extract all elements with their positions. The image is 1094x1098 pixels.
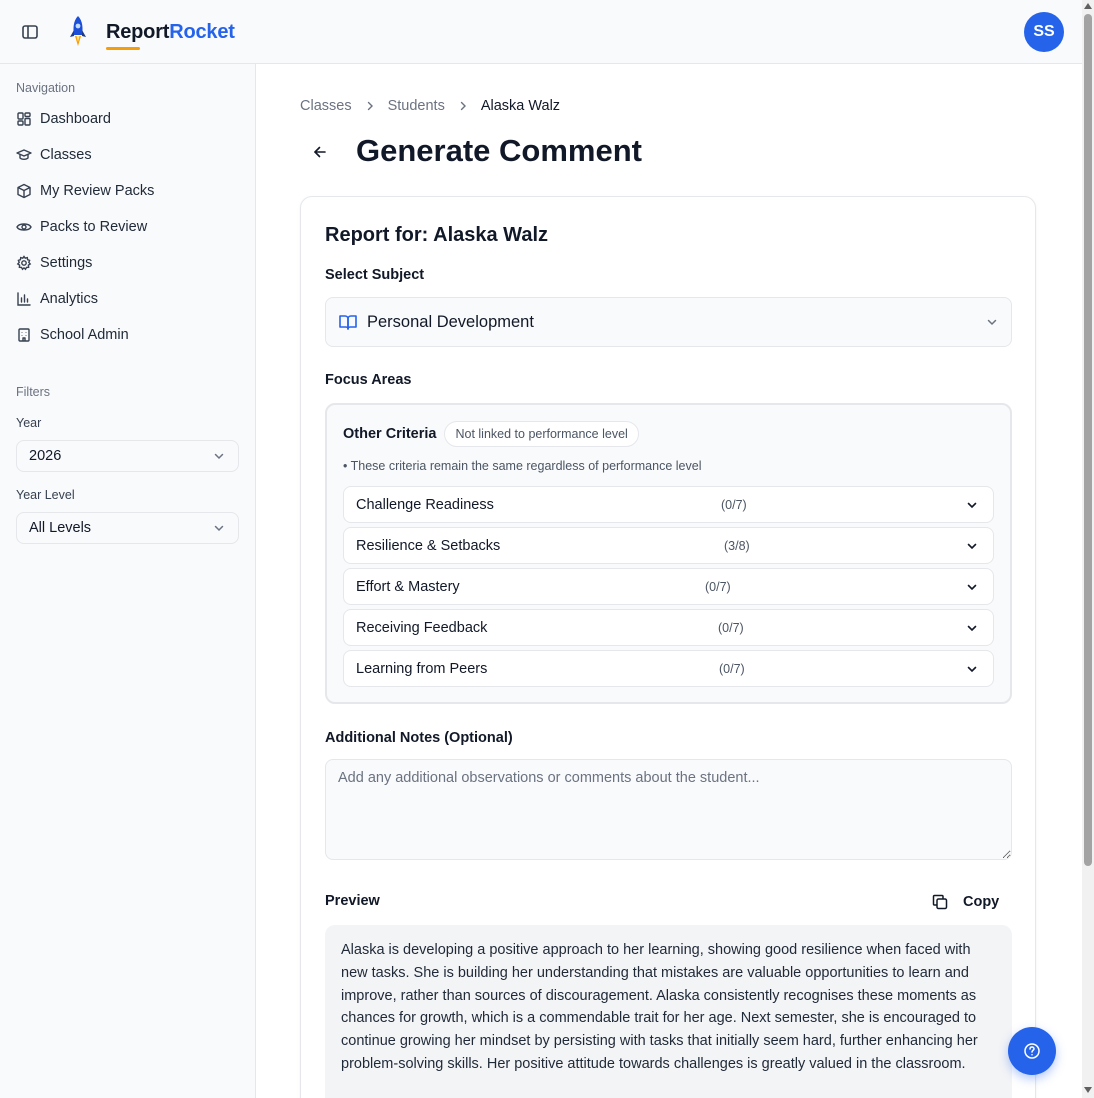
criteria-item-resilience-setbacks[interactable]: Resilience & Setbacks (3/8) xyxy=(343,527,994,564)
brand-name-part-1: Report xyxy=(106,20,170,43)
sidebar-item-label: School Admin xyxy=(40,327,129,343)
sidebar-item-my-review-packs[interactable]: My Review Packs xyxy=(16,177,240,205)
chevron-right-icon xyxy=(367,101,373,111)
nav-heading: Navigation xyxy=(16,81,76,95)
report-title: Report for: Alaska Walz xyxy=(325,224,548,246)
chevron-down-icon xyxy=(967,543,977,550)
focus-areas-panel: Other Criteria Not linked to performance… xyxy=(325,403,1012,704)
year-filter-label: Year xyxy=(16,416,42,430)
building-icon xyxy=(18,328,30,342)
chevron-down-icon xyxy=(987,319,997,326)
package-icon xyxy=(17,183,31,199)
notes-textarea[interactable] xyxy=(325,759,1012,860)
criteria-item-count: (0/7) xyxy=(718,621,744,635)
brand-underline xyxy=(106,46,140,50)
sidebar-toggle-button[interactable] xyxy=(20,22,40,42)
dashboard-icon xyxy=(17,112,31,126)
chevron-down-icon xyxy=(214,525,224,532)
back-button[interactable] xyxy=(308,140,332,164)
page-scrollbar[interactable] xyxy=(1082,0,1094,1098)
brand-name: ReportRocket xyxy=(106,20,235,50)
preview-text: Alaska is developing a positive approach… xyxy=(325,925,1012,1098)
sidebar-item-label: Dashboard xyxy=(40,111,111,127)
sidebar-item-label: Analytics xyxy=(40,291,99,307)
criteria-item-count: (0/7) xyxy=(719,662,745,676)
gear-icon xyxy=(16,255,32,271)
criteria-header: Other Criteria Not linked to performance… xyxy=(343,421,639,447)
panel-left-icon xyxy=(22,25,38,39)
breadcrumb-students[interactable]: Students xyxy=(388,98,445,114)
criteria-item-label: Effort & Mastery xyxy=(356,579,460,595)
sidebar-item-analytics[interactable]: Analytics xyxy=(16,285,240,313)
criteria-item-label: Challenge Readiness xyxy=(356,497,494,513)
preview-label: Preview xyxy=(325,893,380,909)
sidebar-item-label: Packs to Review xyxy=(40,219,148,235)
criteria-item-label: Receiving Feedback xyxy=(356,620,488,636)
bar-chart-icon xyxy=(17,292,31,306)
top-bar: ReportRocket SS xyxy=(0,0,1082,64)
sidebar-item-dashboard[interactable]: Dashboard xyxy=(16,105,240,133)
sidebar-item-label: Classes xyxy=(40,147,92,163)
chevron-down-icon xyxy=(214,453,224,460)
criteria-item-challenge-readiness[interactable]: Challenge Readiness (0/7) xyxy=(343,486,994,523)
help-circle-icon xyxy=(1024,1043,1040,1059)
chevron-down-icon xyxy=(967,625,977,632)
breadcrumb: Classes Students Alaska Walz xyxy=(300,96,560,116)
scroll-down-arrow[interactable] xyxy=(1084,1087,1092,1093)
sidebar-item-classes[interactable]: Classes xyxy=(16,141,240,169)
sidebar-item-school-admin[interactable]: School Admin xyxy=(16,321,240,349)
year-level-filter-label: Year Level xyxy=(16,488,75,502)
breadcrumb-current: Alaska Walz xyxy=(480,98,561,114)
rocket-icon xyxy=(70,16,86,46)
year-level-select-value: All Levels xyxy=(29,520,92,536)
sidebar-item-label: Settings xyxy=(40,255,93,271)
notes-label: Additional Notes (Optional) xyxy=(325,730,513,746)
criteria-badge: Not linked to performance level xyxy=(444,421,639,447)
book-open-icon xyxy=(339,315,357,330)
year-select[interactable]: 2026 xyxy=(16,440,239,472)
graduation-cap-icon xyxy=(16,149,32,161)
year-select-value: 2026 xyxy=(29,448,62,464)
arrow-left-icon xyxy=(314,146,326,158)
sidebar-item-settings[interactable]: Settings xyxy=(16,249,240,277)
criteria-item-learning-from-peers[interactable]: Learning from Peers (0/7) xyxy=(343,650,994,687)
copy-icon xyxy=(932,894,948,910)
criteria-item-count: (3/8) xyxy=(724,539,750,553)
help-button[interactable] xyxy=(1008,1027,1056,1075)
subject-select-value: Personal Development xyxy=(367,312,534,331)
criteria-item-label: Learning from Peers xyxy=(356,661,488,677)
brand-name-part-2: Rocket xyxy=(169,20,235,43)
report-card: Report for: Alaska Walz Select Subject P… xyxy=(300,196,1036,1098)
year-level-select[interactable]: All Levels xyxy=(16,512,239,544)
page-title: Generate Comment xyxy=(356,133,642,168)
scroll-thumb[interactable] xyxy=(1084,14,1092,866)
copy-button-label: Copy xyxy=(963,894,1000,910)
scroll-up-arrow[interactable] xyxy=(1084,3,1092,9)
copy-button[interactable]: Copy xyxy=(931,890,999,914)
eye-icon xyxy=(16,223,32,231)
criteria-item-effort-mastery[interactable]: Effort & Mastery (0/7) xyxy=(343,568,994,605)
filters-heading: Filters xyxy=(16,385,51,399)
focus-areas-label: Focus Areas xyxy=(325,372,412,388)
criteria-item-count: (0/7) xyxy=(705,580,731,594)
criteria-item-label: Resilience & Setbacks xyxy=(356,538,501,554)
criteria-title: Other Criteria xyxy=(343,426,437,442)
chevron-down-icon xyxy=(967,666,977,673)
chevron-down-icon xyxy=(967,502,977,509)
subject-label: Select Subject xyxy=(325,267,425,283)
brand-logo[interactable]: ReportRocket xyxy=(66,14,235,50)
chevron-down-icon xyxy=(967,584,977,591)
sidebar: Navigation Dashboard Classes My Review P… xyxy=(0,64,256,1098)
breadcrumb-classes[interactable]: Classes xyxy=(300,98,352,114)
criteria-note: • These criteria remain the same regardl… xyxy=(343,459,702,473)
criteria-item-receiving-feedback[interactable]: Receiving Feedback (0/7) xyxy=(343,609,994,646)
sidebar-item-label: My Review Packs xyxy=(40,183,155,199)
user-avatar[interactable]: SS xyxy=(1024,12,1064,52)
subject-select[interactable]: Personal Development xyxy=(325,297,1012,347)
chevron-right-icon xyxy=(460,101,466,111)
sidebar-item-packs-to-review[interactable]: Packs to Review xyxy=(16,213,240,241)
criteria-item-count: (0/7) xyxy=(721,498,747,512)
